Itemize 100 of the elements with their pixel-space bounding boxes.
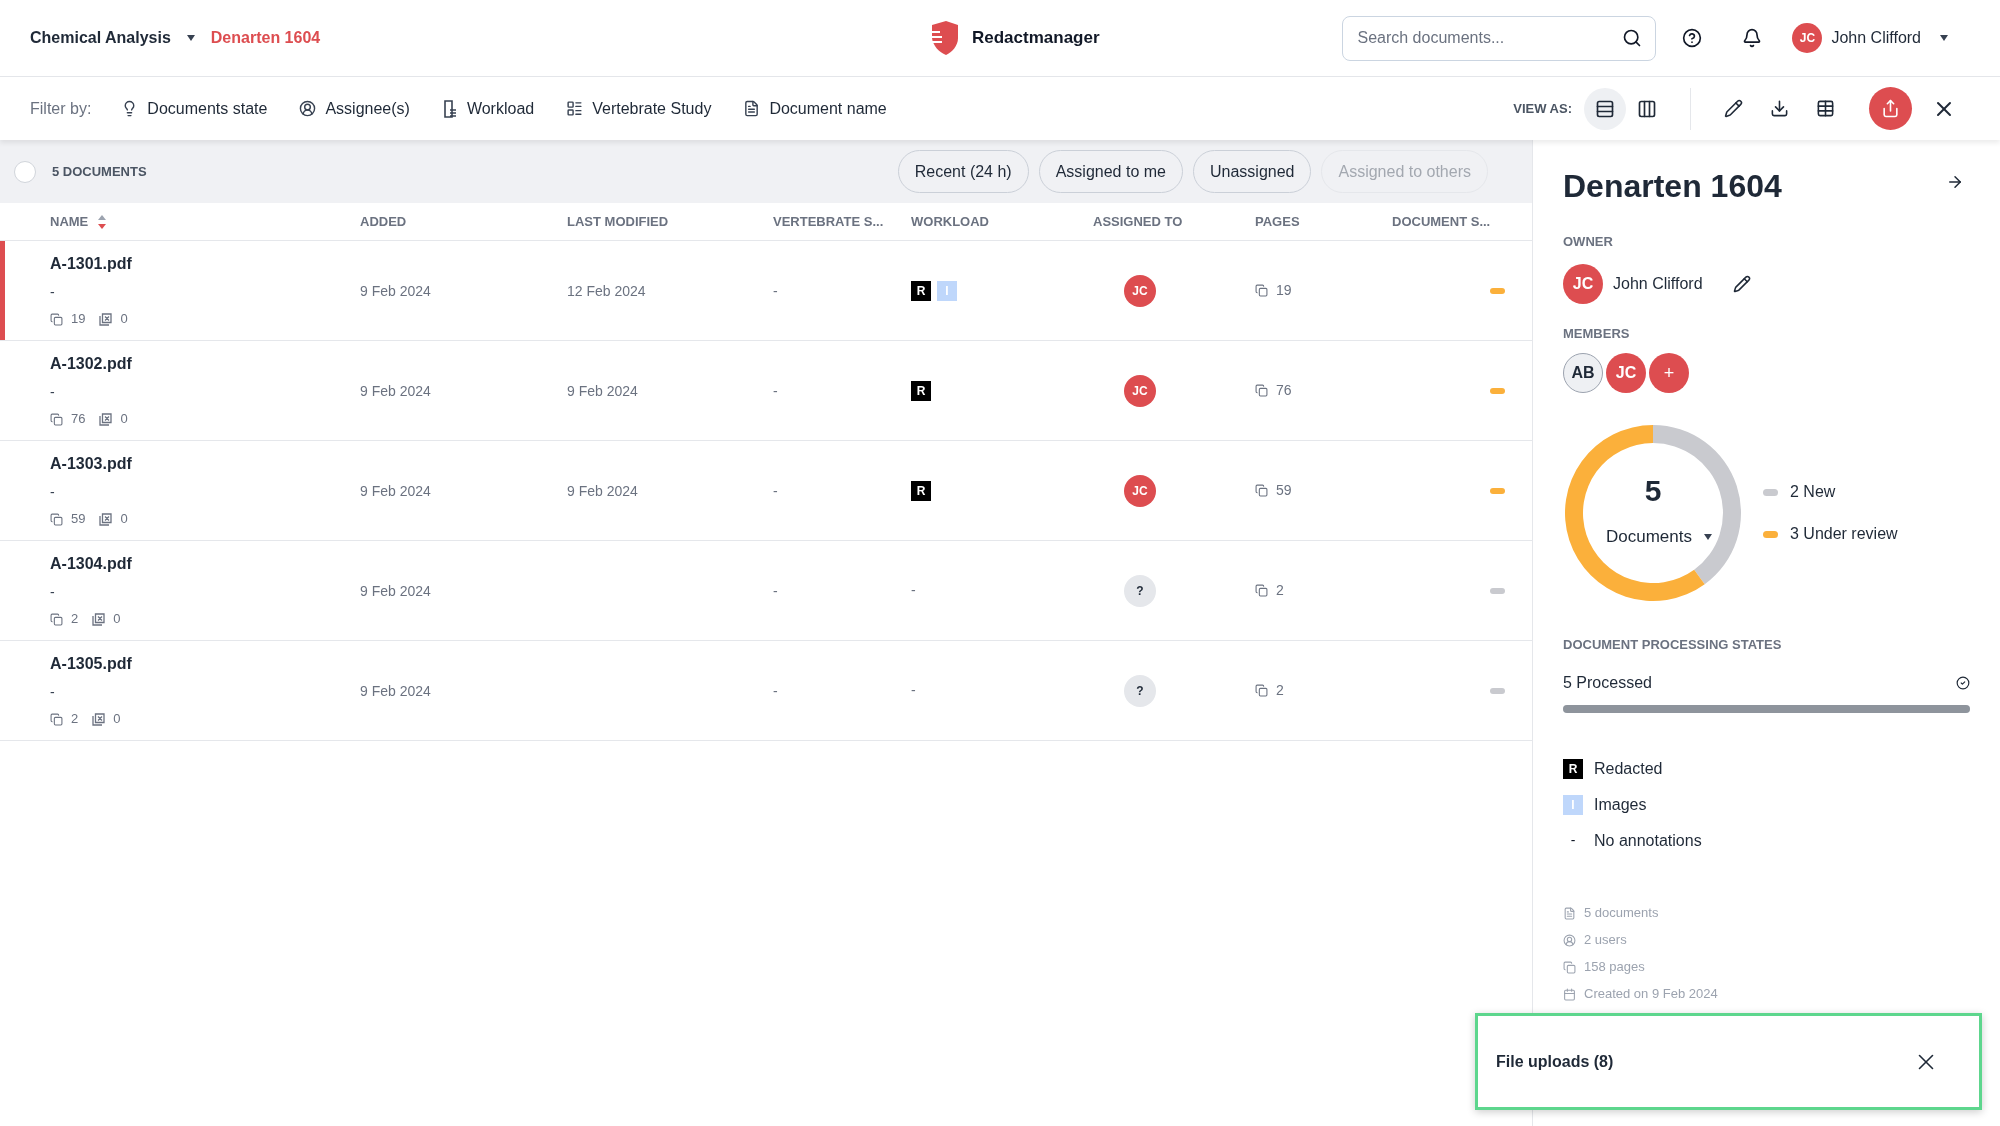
- filter-button[interactable]: Assignee(s): [325, 96, 410, 121]
- stat-text: 2 users: [1584, 931, 1627, 950]
- total-count: 5: [1644, 476, 1662, 507]
- vertebrate-study-value: -: [773, 582, 778, 599]
- list-icon: [566, 100, 584, 117]
- redacted-badge: R: [911, 380, 931, 401]
- processing-states-label: DOCUMENT PROCESSING STATES: [1563, 636, 1783, 654]
- pages-icon: [1563, 960, 1576, 974]
- column-header[interactable]: WORKLOAD: [911, 211, 989, 232]
- share-icon: [1881, 99, 1900, 118]
- collapse-panel-icon[interactable]: [1946, 173, 1964, 191]
- vertebrate-study-value: -: [773, 682, 778, 699]
- file-subtitle: -: [50, 383, 56, 403]
- file-name[interactable]: A-1303.pdf: [50, 452, 360, 477]
- modified-date: 9 Feb 2024: [567, 382, 638, 399]
- column-header[interactable]: PAGES: [1255, 211, 1300, 232]
- filter-button[interactable]: Documents state: [147, 96, 268, 121]
- excluded-count: 0: [113, 610, 121, 629]
- add-member-button[interactable]: +: [1649, 353, 1689, 393]
- filter-button[interactable]: Document name: [769, 96, 887, 121]
- page-count: 76: [71, 410, 86, 429]
- page-cross-icon: [99, 412, 113, 426]
- images-badge: I: [1563, 794, 1583, 815]
- user-menu-button[interactable]: John Clifford: [1831, 26, 1921, 50]
- user-avatar: JC: [1563, 263, 1603, 304]
- page-count: 2: [71, 710, 79, 729]
- column-header[interactable]: DOCUMENT S...: [1392, 211, 1491, 232]
- columns-icon: [1637, 98, 1657, 119]
- breadcrumb-link[interactable]: Chemical Analysis: [30, 26, 171, 50]
- calendar-icon: [1563, 987, 1576, 1001]
- file-name[interactable]: A-1301.pdf: [50, 252, 360, 277]
- document-row[interactable]: A-1303.pdf - 59 0 9 Feb 2024 9 Feb 2024 - R JC 59: [0, 441, 1532, 541]
- column-header[interactable]: VERTEBRATE S...: [773, 211, 884, 232]
- breadcrumb-separator-icon: [186, 35, 195, 41]
- documents-count: 5 DOCUMENTS: [52, 162, 147, 181]
- page-cross-icon: [99, 312, 113, 326]
- sort-icon[interactable]: [98, 214, 107, 229]
- modified-date: 9 Feb 2024: [567, 482, 638, 499]
- caret-icon: [1704, 534, 1712, 540]
- pages-value: 19: [1276, 281, 1292, 300]
- search-field[interactable]: Search documents...: [1342, 15, 1657, 61]
- user-avatar: JC: [1606, 353, 1646, 393]
- check-circle-icon: [1956, 675, 1970, 690]
- notification-bell-icon[interactable]: [1742, 28, 1763, 48]
- download-icon: [1769, 99, 1789, 118]
- vertebrate-study-value: -: [773, 382, 778, 399]
- column-header[interactable]: ASSIGNED TO: [1093, 211, 1183, 232]
- file-subtitle: -: [50, 283, 56, 303]
- user-icon: [1563, 933, 1576, 947]
- app-name: Redactmanager: [972, 27, 1100, 50]
- images-badge: I: [937, 280, 957, 301]
- pages-icon: [1255, 284, 1268, 297]
- page-cross-icon: [92, 712, 106, 726]
- vertebrate-study-value: -: [773, 482, 778, 499]
- file-subtitle: -: [50, 483, 56, 503]
- document-row[interactable]: A-1302.pdf - 76 0 9 Feb 2024 9 Feb 2024 - R JC 76: [0, 341, 1532, 441]
- page-cross-icon: [99, 512, 113, 526]
- column-header[interactable]: ADDED: [360, 211, 407, 232]
- file-name[interactable]: A-1302.pdf: [50, 352, 360, 377]
- pages-icon: [50, 712, 63, 726]
- filter-label: Filter by:: [30, 98, 92, 119]
- pages-icon: [1255, 684, 1268, 697]
- file-name[interactable]: A-1305.pdf: [50, 652, 360, 677]
- filter-button[interactable]: Vertebrate Study: [592, 96, 712, 121]
- select-all-checkbox[interactable]: [14, 160, 36, 183]
- owner-label: OWNER: [1563, 233, 1614, 251]
- vertebrate-study-value: -: [773, 282, 778, 299]
- edit-owner-icon[interactable]: [1732, 274, 1751, 293]
- list-view-button[interactable]: [1584, 87, 1626, 130]
- view-as-label: VIEW AS:: [1513, 99, 1572, 118]
- pages-value: 2: [1276, 581, 1284, 600]
- document-row[interactable]: A-1305.pdf - 2 0 9 Feb 2024 - - ? 2: [0, 641, 1532, 741]
- chart-selector-dropdown[interactable]: Documents: [1606, 524, 1712, 550]
- document-icon: [1563, 906, 1576, 920]
- document-row[interactable]: A-1301.pdf - 19 0 9 Feb 2024 12 Feb 2024 - R I JC 19: [0, 241, 1532, 341]
- panel-title: Denarten 1604: [1563, 167, 1782, 206]
- filter-button[interactable]: Workload: [466, 96, 535, 121]
- redacted-badge: R: [911, 280, 931, 301]
- file-name[interactable]: A-1304.pdf: [50, 552, 360, 577]
- pages-value: 76: [1276, 381, 1292, 400]
- pages-icon: [1255, 584, 1268, 597]
- user-avatar: JC: [1124, 474, 1156, 507]
- pages-icon: [1255, 484, 1268, 497]
- redacted-badge: R: [1563, 758, 1583, 779]
- added-date: 9 Feb 2024: [360, 382, 431, 399]
- search-icon[interactable]: [1622, 27, 1643, 48]
- breadcrumb-link[interactable]: Denarten 1604: [210, 26, 321, 50]
- user-avatar: JC: [1792, 23, 1823, 53]
- column-header[interactable]: NAME: [50, 211, 89, 232]
- rows-icon: [1595, 98, 1615, 119]
- document-row[interactable]: A-1304.pdf - 2 0 9 Feb 2024 - - ? 2: [0, 541, 1532, 641]
- help-icon[interactable]: [1682, 28, 1703, 48]
- upload-button[interactable]: [1869, 87, 1912, 130]
- column-header[interactable]: LAST MODIFIED: [567, 211, 669, 232]
- page-count: 19: [71, 310, 86, 329]
- added-date: 9 Feb 2024: [360, 482, 431, 499]
- stat-text: Created on 9 Feb 2024: [1584, 985, 1718, 1004]
- redacted-badge: R: [911, 480, 931, 501]
- added-date: 9 Feb 2024: [360, 282, 431, 299]
- user-avatar: JC: [1124, 274, 1156, 307]
